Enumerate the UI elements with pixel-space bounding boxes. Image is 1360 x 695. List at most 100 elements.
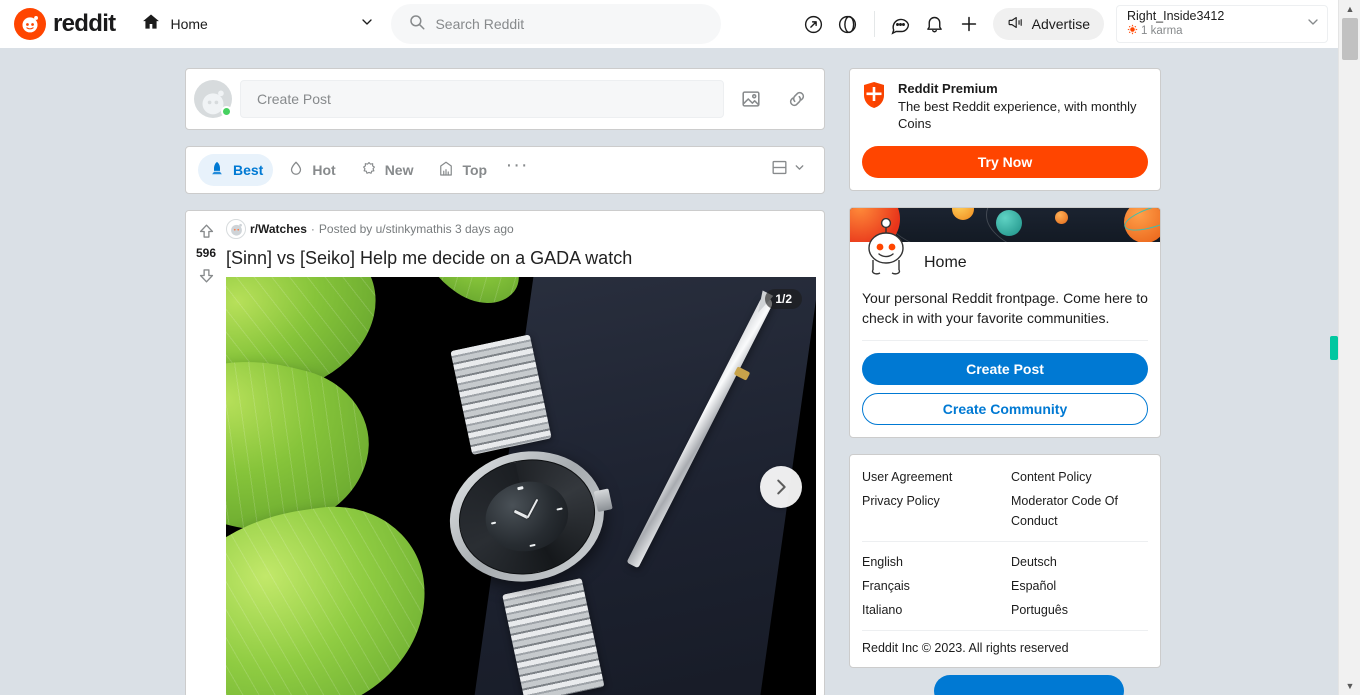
rocket-icon bbox=[208, 160, 226, 181]
tab-top[interactable]: Top bbox=[427, 154, 497, 186]
flame-icon bbox=[287, 160, 305, 181]
avatar[interactable] bbox=[194, 80, 232, 118]
create-community-button[interactable]: Create Community bbox=[862, 393, 1148, 425]
link-icon[interactable] bbox=[778, 80, 816, 118]
back-to-top-area bbox=[185, 675, 1185, 695]
post-author-time[interactable]: Posted by u/stinkymathis 3 days ago bbox=[319, 222, 514, 236]
snoo-avatar-icon bbox=[860, 217, 912, 280]
footer-copyright: Reddit Inc © 2023. All rights reserved bbox=[862, 641, 1069, 655]
chevron-down-icon bbox=[359, 14, 375, 35]
search-input[interactable] bbox=[435, 16, 705, 32]
footer-language-links: English Deutsch Français Español Italian… bbox=[862, 542, 1148, 630]
home-header: Home bbox=[850, 217, 1160, 284]
header-actions: Advertise Right_Inside3412 1 karma bbox=[798, 5, 1328, 43]
footer-lang-portugues[interactable]: Português bbox=[1011, 600, 1148, 620]
reddit-wordmark: reddit bbox=[53, 10, 116, 37]
tab-best[interactable]: Best bbox=[198, 154, 274, 186]
subreddit-link[interactable]: r/Watches bbox=[250, 222, 307, 236]
view-mode-dropdown[interactable] bbox=[764, 154, 812, 186]
back-to-top-button[interactable] bbox=[934, 675, 1124, 695]
footer-lang-espanol[interactable]: Español bbox=[1011, 576, 1148, 596]
scrollbar-thumb[interactable] bbox=[1342, 18, 1358, 60]
downvote-button[interactable] bbox=[194, 263, 218, 287]
popular-icon[interactable] bbox=[798, 8, 830, 40]
sparkle-icon bbox=[360, 160, 378, 181]
premium-card: Reddit Premium The best Reddit experienc… bbox=[849, 68, 1161, 191]
tab-hot-label: Hot bbox=[312, 162, 336, 178]
post-title[interactable]: [Sinn] vs [Seiko] Help me decide on a GA… bbox=[226, 247, 816, 269]
search-bar[interactable] bbox=[391, 4, 722, 44]
top-navbar: reddit Home Search Reddit Advertise Righ… bbox=[0, 0, 1338, 48]
reddit-logo-link[interactable]: reddit bbox=[14, 8, 116, 40]
subreddit-icon bbox=[226, 219, 246, 239]
scroll-up-arrow[interactable]: ▲ bbox=[1339, 0, 1360, 18]
vertical-scrollbar[interactable]: ▲ ▼ bbox=[1338, 0, 1360, 695]
image-icon[interactable] bbox=[732, 80, 770, 118]
premium-title: Reddit Premium bbox=[898, 81, 998, 96]
coins-icon[interactable] bbox=[832, 8, 864, 40]
card-view-icon bbox=[770, 158, 789, 182]
tab-new[interactable]: New bbox=[350, 154, 424, 186]
chevron-down-icon bbox=[1305, 14, 1321, 35]
footer-policy-links: User Agreement Content Policy Privacy Po… bbox=[862, 467, 1148, 541]
feed-column: Best Hot New bbox=[185, 48, 825, 695]
tab-new-label: New bbox=[384, 162, 414, 178]
reddit-logo-icon bbox=[14, 8, 46, 40]
premium-info: Reddit Premium The best Reddit experienc… bbox=[862, 81, 1148, 132]
footer-link-privacy-policy[interactable]: Privacy Policy bbox=[862, 491, 999, 531]
carousel-next-button[interactable] bbox=[760, 466, 802, 508]
user-karma: 1 karma bbox=[1127, 24, 1299, 39]
post-media-carousel[interactable]: 1/2 bbox=[226, 277, 816, 695]
sort-bar: Best Hot New Top ··· bbox=[185, 146, 825, 194]
try-now-button[interactable]: Try Now bbox=[862, 146, 1148, 178]
content-columns: Best Hot New bbox=[185, 48, 1185, 695]
chat-icon[interactable] bbox=[885, 8, 917, 40]
create-post-button[interactable]: Create Post bbox=[862, 353, 1148, 385]
nav-current-label: Home bbox=[170, 16, 208, 32]
chevron-down-icon bbox=[793, 161, 806, 179]
tab-hot[interactable]: Hot bbox=[277, 154, 345, 186]
sort-more-button[interactable]: ··· bbox=[501, 154, 533, 186]
karma-icon bbox=[1127, 24, 1138, 39]
watch-case bbox=[437, 437, 617, 597]
notifications-icon[interactable] bbox=[919, 8, 951, 40]
footer-lang-deutsch[interactable]: Deutsch bbox=[1011, 552, 1148, 572]
footer-card: User Agreement Content Policy Privacy Po… bbox=[849, 454, 1161, 668]
footer-link-content-policy[interactable]: Content Policy bbox=[1011, 467, 1148, 487]
community-nav-dropdown[interactable]: Home bbox=[133, 5, 383, 43]
scroll-down-arrow[interactable]: ▼ bbox=[1339, 677, 1360, 695]
header-divider bbox=[873, 11, 875, 37]
upvote-button[interactable] bbox=[194, 219, 218, 243]
advertise-button[interactable]: Advertise bbox=[992, 8, 1104, 40]
username-label: Right_Inside3412 bbox=[1127, 9, 1225, 24]
advertise-label: Advertise bbox=[1031, 16, 1090, 32]
watch-hour-hand bbox=[513, 509, 529, 519]
watch-crown bbox=[593, 488, 614, 513]
vote-count: 596 bbox=[195, 246, 217, 260]
post-meta: r/Watches · Posted by u/stinkymathis 3 d… bbox=[226, 219, 816, 239]
footer-lang-english[interactable]: English bbox=[862, 552, 999, 572]
create-post-icon[interactable] bbox=[953, 8, 985, 40]
footer-lang-italiano[interactable]: Italiano bbox=[862, 600, 999, 620]
footer-link-user-agreement[interactable]: User Agreement bbox=[862, 467, 999, 487]
watch-bezel bbox=[448, 446, 607, 587]
meta-separator: · bbox=[310, 222, 315, 236]
home-actions: Create Post Create Community bbox=[850, 341, 1160, 437]
footer-link-moderator-code[interactable]: Moderator Code Of Conduct bbox=[1011, 491, 1148, 531]
post-body: r/Watches · Posted by u/stinkymathis 3 d… bbox=[226, 211, 824, 695]
carousel-counter: 1/2 bbox=[765, 289, 802, 309]
post-image bbox=[226, 277, 816, 695]
footer-lang-francais[interactable]: Français bbox=[862, 576, 999, 596]
page-right-gutter bbox=[1322, 48, 1338, 695]
chart-icon bbox=[437, 160, 455, 181]
vote-column: 596 bbox=[186, 211, 226, 695]
user-account-menu[interactable]: Right_Inside3412 1 karma bbox=[1116, 5, 1328, 43]
online-status-dot bbox=[221, 106, 232, 117]
home-icon bbox=[141, 12, 161, 37]
user-info: Right_Inside3412 1 karma bbox=[1127, 9, 1299, 39]
premium-description: The best Reddit experience, with monthly… bbox=[898, 99, 1137, 131]
planet-earth bbox=[995, 210, 1022, 237]
watch-minute-hand bbox=[526, 499, 539, 519]
create-post-input[interactable] bbox=[240, 80, 724, 118]
home-description: Your personal Reddit frontpage. Come her… bbox=[862, 290, 1148, 326]
